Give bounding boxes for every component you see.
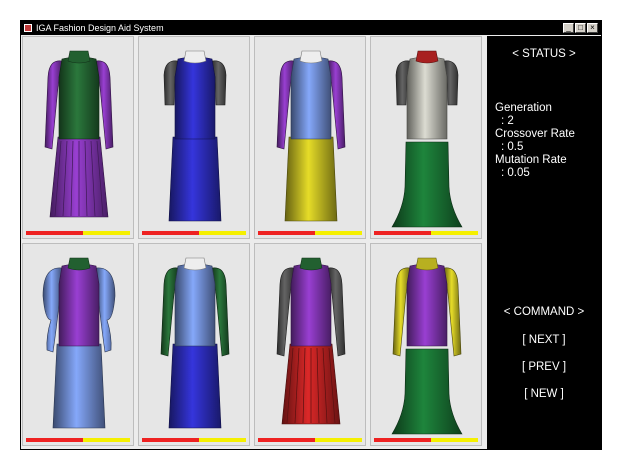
fitness-bar — [26, 438, 130, 442]
fitness-bar — [142, 231, 246, 235]
collar — [415, 257, 439, 271]
fitness-bar-fill — [374, 438, 432, 442]
fitness-bar-fill — [26, 438, 84, 442]
garment-figure — [276, 50, 346, 222]
garment-figure — [160, 257, 230, 429]
bodice — [58, 56, 100, 140]
crossover-value: : 0.5 — [501, 141, 524, 153]
fitness-bar — [258, 231, 362, 235]
bodice — [58, 263, 100, 347]
maximize-button[interactable]: □ — [575, 23, 586, 33]
bodice — [406, 263, 448, 347]
minimize-button[interactable]: _ — [563, 23, 574, 33]
skirt — [284, 136, 338, 222]
fitness-bar-fill — [258, 231, 316, 235]
bodice — [290, 56, 332, 140]
fitness-bar-rest — [83, 438, 130, 442]
bodice — [406, 56, 448, 140]
fitness-bar-fill — [142, 231, 200, 235]
app-window: IGA Fashion Design Aid System _ □ × < ST… — [20, 20, 602, 450]
fitness-bar-rest — [83, 231, 130, 235]
fitness-bar-fill — [142, 438, 200, 442]
fitness-bar-rest — [315, 231, 362, 235]
fitness-bar-fill — [374, 231, 432, 235]
app-icon — [24, 24, 32, 32]
fitness-bar — [258, 438, 362, 442]
collar — [183, 257, 207, 271]
fitness-bar — [374, 438, 478, 442]
collar — [67, 257, 91, 271]
fitness-bar-rest — [431, 438, 478, 442]
side-panel: < STATUS > Generation : 2 Crossover Rate… — [487, 36, 601, 450]
design-cell[interactable] — [370, 36, 482, 239]
collar — [67, 50, 91, 64]
fitness-bar-fill — [258, 438, 316, 442]
design-cell[interactable] — [138, 243, 250, 446]
design-cell[interactable] — [138, 36, 250, 239]
garment-figure — [42, 257, 116, 429]
design-cell[interactable] — [22, 243, 134, 446]
mutation-label: Mutation Rate — [495, 154, 567, 166]
garment-figure — [391, 50, 463, 228]
collar — [299, 50, 323, 64]
skirt — [52, 343, 106, 429]
fitness-bar-rest — [315, 438, 362, 442]
design-cell[interactable] — [254, 243, 366, 446]
generation-value: : 2 — [501, 115, 514, 127]
prev-button[interactable]: [ PREV ] — [487, 361, 601, 373]
next-button[interactable]: [ NEXT ] — [487, 334, 601, 346]
title-bar[interactable]: IGA Fashion Design Aid System _ □ × — [21, 21, 601, 35]
design-grid — [22, 36, 486, 450]
fitness-bar-rest — [199, 231, 246, 235]
garment-figure — [163, 50, 227, 222]
skirt — [168, 136, 222, 222]
fitness-bar — [26, 231, 130, 235]
skirt — [168, 343, 222, 429]
design-cell[interactable] — [254, 36, 366, 239]
fitness-bar-fill — [26, 231, 84, 235]
design-cell[interactable] — [370, 243, 482, 446]
fitness-bar — [142, 438, 246, 442]
skirt — [391, 141, 463, 228]
collar — [183, 50, 207, 64]
design-cell[interactable] — [22, 36, 134, 239]
close-button[interactable]: × — [587, 23, 598, 33]
collar — [299, 257, 323, 271]
crossover-label: Crossover Rate — [495, 128, 575, 140]
window-title: IGA Fashion Design Aid System — [36, 23, 164, 33]
generation-label: Generation — [495, 102, 552, 114]
bodice — [290, 263, 332, 347]
new-button[interactable]: [ NEW ] — [487, 388, 601, 400]
garment-figure — [44, 50, 114, 218]
garment-figure — [276, 257, 346, 425]
fitness-bar-rest — [431, 231, 478, 235]
skirt — [391, 348, 463, 435]
command-heading: < COMMAND > — [503, 306, 585, 318]
bodice — [174, 56, 216, 140]
bodice — [174, 263, 216, 347]
fitness-bar — [374, 231, 478, 235]
fitness-bar-rest — [199, 438, 246, 442]
collar — [415, 50, 439, 64]
status-heading: < STATUS > — [512, 48, 576, 60]
garment-figure — [391, 257, 463, 435]
mutation-value: : 0.05 — [501, 167, 530, 179]
